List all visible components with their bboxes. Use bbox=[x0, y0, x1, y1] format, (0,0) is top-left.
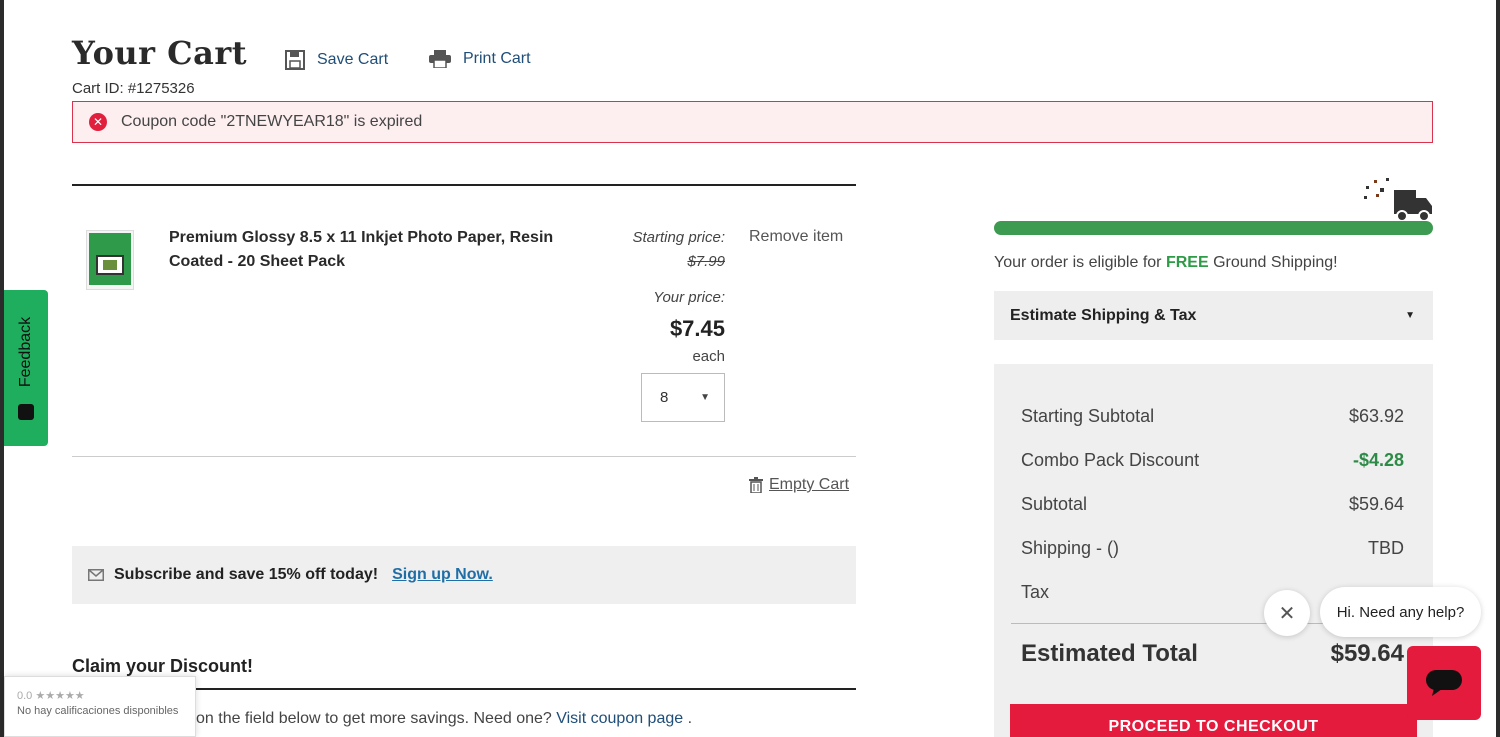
estimate-shipping-label: Estimate Shipping & Tax bbox=[1010, 306, 1197, 324]
error-circle-icon: ✕ bbox=[89, 113, 107, 131]
cart-id: Cart ID: #1275326 bbox=[72, 80, 195, 97]
visit-coupon-page-link[interactable]: Visit coupon page bbox=[556, 710, 683, 727]
delivery-truck-icon bbox=[1364, 178, 1432, 222]
coupon-help-text: on the field below to get more savings. … bbox=[196, 710, 693, 727]
alert-message: Coupon code "2TNEWYEAR18" is expired bbox=[121, 113, 423, 130]
feedback-label: Feedback bbox=[17, 316, 34, 388]
smiley-icon bbox=[18, 404, 34, 420]
price-unit: each bbox=[692, 348, 725, 365]
summary-row: Shipping - () TBD bbox=[1021, 538, 1404, 558]
estimate-shipping-toggle[interactable]: Estimate Shipping & Tax ▼ bbox=[994, 291, 1433, 340]
star-rating-icon: ★★★★★ bbox=[35, 690, 85, 702]
quantity-select[interactable]: 8 ▼ bbox=[641, 373, 725, 422]
ratings-widget[interactable]: 0.0 ★★★★★ No hay calificaciones disponib… bbox=[4, 676, 196, 737]
free-shipping-progress bbox=[994, 221, 1433, 235]
printer-icon bbox=[429, 50, 451, 68]
rating-score: 0.0 bbox=[17, 690, 33, 702]
claim-discount-heading: Claim your Discount! bbox=[72, 656, 254, 676]
chat-launcher-button[interactable] bbox=[1407, 646, 1481, 720]
trash-icon bbox=[749, 477, 763, 493]
price-block: Starting price: $7.99 Your price: $7.45 … bbox=[560, 226, 725, 365]
product-name[interactable]: Premium Glossy 8.5 x 11 Inkjet Photo Pap… bbox=[169, 226, 589, 274]
empty-cart-label: Empty Cart bbox=[769, 476, 850, 493]
summary-row: Combo Pack Discount -$4.28 bbox=[1021, 450, 1404, 470]
subscribe-banner: Subscribe and save 15% off today! Sign u… bbox=[72, 546, 856, 604]
page-title: Your Cart bbox=[72, 34, 248, 72]
save-cart-button[interactable]: Save Cart bbox=[285, 50, 388, 70]
empty-cart-link[interactable]: Empty Cart bbox=[749, 476, 849, 494]
sign-up-link[interactable]: Sign up Now. bbox=[392, 566, 493, 584]
starting-price: $7.99 bbox=[687, 253, 725, 270]
divider bbox=[72, 184, 856, 186]
chat-close-button[interactable]: ✕ bbox=[1264, 590, 1310, 636]
starting-price-label: Starting price: bbox=[632, 229, 725, 246]
floppy-disk-icon bbox=[285, 50, 305, 70]
print-cart-button[interactable]: Print Cart bbox=[429, 50, 531, 68]
summary-row: Starting Subtotal $63.92 bbox=[1021, 406, 1404, 426]
your-price: $7.45 bbox=[669, 316, 725, 341]
caret-down-icon: ▼ bbox=[1405, 310, 1415, 321]
chat-icon bbox=[1426, 670, 1462, 696]
summary-row: Subtotal $59.64 bbox=[1021, 494, 1404, 514]
chat-greeting-bubble[interactable]: Hi. Need any help? bbox=[1320, 587, 1481, 637]
subscribe-text: Subscribe and save 15% off today! bbox=[114, 566, 379, 583]
proceed-to-checkout-button[interactable]: PROCEED TO CHECKOUT bbox=[1010, 704, 1417, 737]
envelope-icon bbox=[88, 569, 104, 581]
estimated-total: Estimated Total $59.64 bbox=[1021, 640, 1404, 667]
print-cart-label: Print Cart bbox=[463, 50, 531, 67]
save-cart-label: Save Cart bbox=[317, 51, 389, 68]
feedback-tab[interactable]: Feedback bbox=[4, 290, 48, 446]
order-summary: Starting Subtotal $63.92 Combo Pack Disc… bbox=[994, 364, 1433, 737]
remove-item-link[interactable]: Remove item bbox=[749, 228, 843, 246]
caret-down-icon: ▼ bbox=[700, 392, 710, 403]
quantity-value: 8 bbox=[660, 389, 669, 406]
shipping-eligibility: Your order is eligible for FREE Ground S… bbox=[994, 254, 1338, 271]
your-price-label: Your price: bbox=[653, 289, 725, 306]
divider bbox=[72, 456, 856, 457]
ratings-text: No hay calificaciones disponibles bbox=[17, 705, 179, 717]
coupon-error-alert: ✕ Coupon code "2TNEWYEAR18" is expired bbox=[72, 101, 1433, 143]
window-frame-right bbox=[1496, 0, 1500, 737]
product-thumbnail[interactable] bbox=[86, 230, 134, 290]
